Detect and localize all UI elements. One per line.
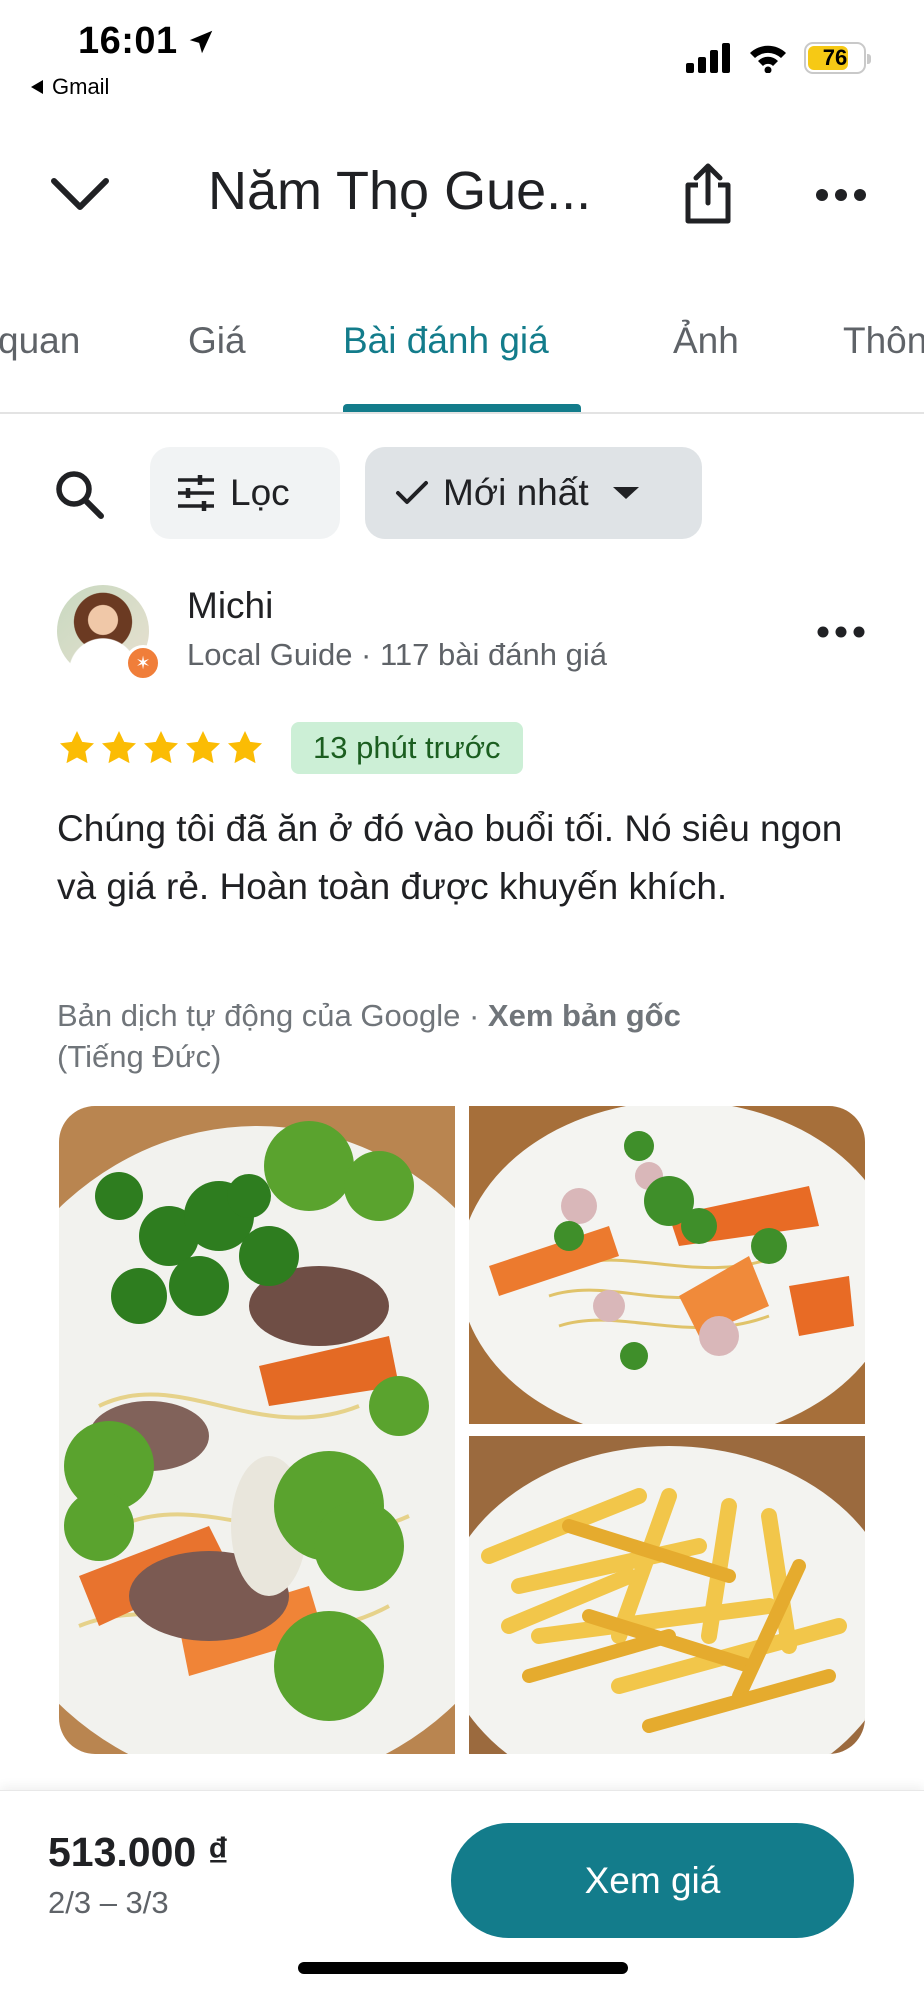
- share-button[interactable]: [672, 158, 744, 230]
- tab-reviews[interactable]: Bài đánh giá: [343, 320, 549, 362]
- tab-about[interactable]: Thôn: [843, 320, 924, 362]
- sort-chip-label: Mới nhất: [443, 472, 589, 513]
- translation-language: (Tiếng Đức): [57, 1039, 222, 1074]
- battery-level: 76: [822, 45, 848, 70]
- back-triangle-icon: [31, 80, 43, 94]
- star-icon: [60, 731, 94, 764]
- more-options-button[interactable]: [805, 170, 877, 220]
- battery-icon: 76: [804, 42, 871, 74]
- status-time-group: 16:01: [78, 20, 216, 63]
- reviewer-meta: Local Guide · 117 bài đánh giá: [187, 637, 607, 672]
- share-icon: [685, 163, 731, 224]
- place-tabs: quan Giá Bài đánh giá Ảnh Thôn: [0, 300, 924, 414]
- review-photo-fries[interactable]: [469, 1436, 865, 1754]
- star-icon: [186, 731, 220, 764]
- star-icon: [102, 731, 136, 764]
- status-bar: 16:01 Gmail 76: [0, 0, 924, 110]
- price-value: 513.000 ₫: [48, 1829, 229, 1875]
- tab-photos[interactable]: Ảnh: [673, 320, 739, 362]
- translation-note: Bản dịch tự động của Google · Xem bản gố…: [57, 995, 877, 1077]
- active-tab-indicator: [343, 404, 581, 412]
- review-filter-row: Lọc Mới nhất: [0, 447, 924, 541]
- location-arrow-icon: [189, 30, 212, 53]
- status-indicators: 76: [686, 42, 871, 74]
- review-rating-row: 13 phút trước: [57, 720, 877, 776]
- tune-icon: [178, 475, 214, 511]
- status-time: 16:01: [78, 20, 178, 62]
- cellular-signal-icon: [686, 43, 730, 73]
- app-bar: Năm Thọ Gue...: [0, 140, 924, 250]
- search-icon: [56, 471, 104, 519]
- back-app-label: Gmail: [52, 74, 110, 99]
- home-indicator[interactable]: [298, 1962, 628, 1974]
- review-header: ✶ Michi Local Guide · 117 bài đánh giá: [57, 585, 877, 685]
- view-prices-button[interactable]: Xem giá: [451, 1823, 854, 1938]
- sort-chip[interactable]: Mới nhất: [365, 447, 702, 539]
- reviewer-name[interactable]: Michi: [187, 585, 273, 627]
- review-photo-noodles[interactable]: [469, 1106, 865, 1424]
- search-reviews-button[interactable]: [46, 461, 112, 527]
- view-original-link[interactable]: Xem bản gốc: [488, 998, 681, 1033]
- more-horizontal-icon: [817, 626, 865, 638]
- review-text: Chúng tôi đã ăn ở đó vào buổi tối. Nó si…: [57, 808, 843, 907]
- star-rating: [57, 728, 265, 768]
- wifi-icon: [750, 45, 786, 73]
- review-options-button[interactable]: [805, 607, 877, 657]
- price-dates[interactable]: 2/3 – 3/3: [48, 1885, 169, 1921]
- review-photo-stir-fry[interactable]: [59, 1106, 455, 1754]
- tab-prices[interactable]: Giá: [188, 320, 246, 362]
- more-horizontal-icon: [816, 189, 866, 201]
- back-to-app-link[interactable]: Gmail: [30, 74, 109, 100]
- star-icon: [228, 731, 262, 764]
- tab-overview[interactable]: quan: [0, 320, 80, 362]
- translation-label: Bản dịch tự động của Google ·: [57, 998, 488, 1033]
- collapse-button[interactable]: [40, 165, 120, 225]
- dropdown-arrow-icon: [612, 487, 639, 499]
- chevron-down-icon: [51, 178, 109, 210]
- place-title: Năm Thọ Gue...: [208, 161, 592, 221]
- filter-chip[interactable]: Lọc: [150, 447, 340, 539]
- filter-chip-label: Lọc: [230, 472, 290, 513]
- local-guide-badge-icon: ✶: [125, 645, 161, 681]
- check-icon: [396, 481, 428, 504]
- star-icon: [144, 731, 178, 764]
- battery-cap: [867, 54, 871, 64]
- review-time-badge: 13 phút trước: [291, 722, 523, 774]
